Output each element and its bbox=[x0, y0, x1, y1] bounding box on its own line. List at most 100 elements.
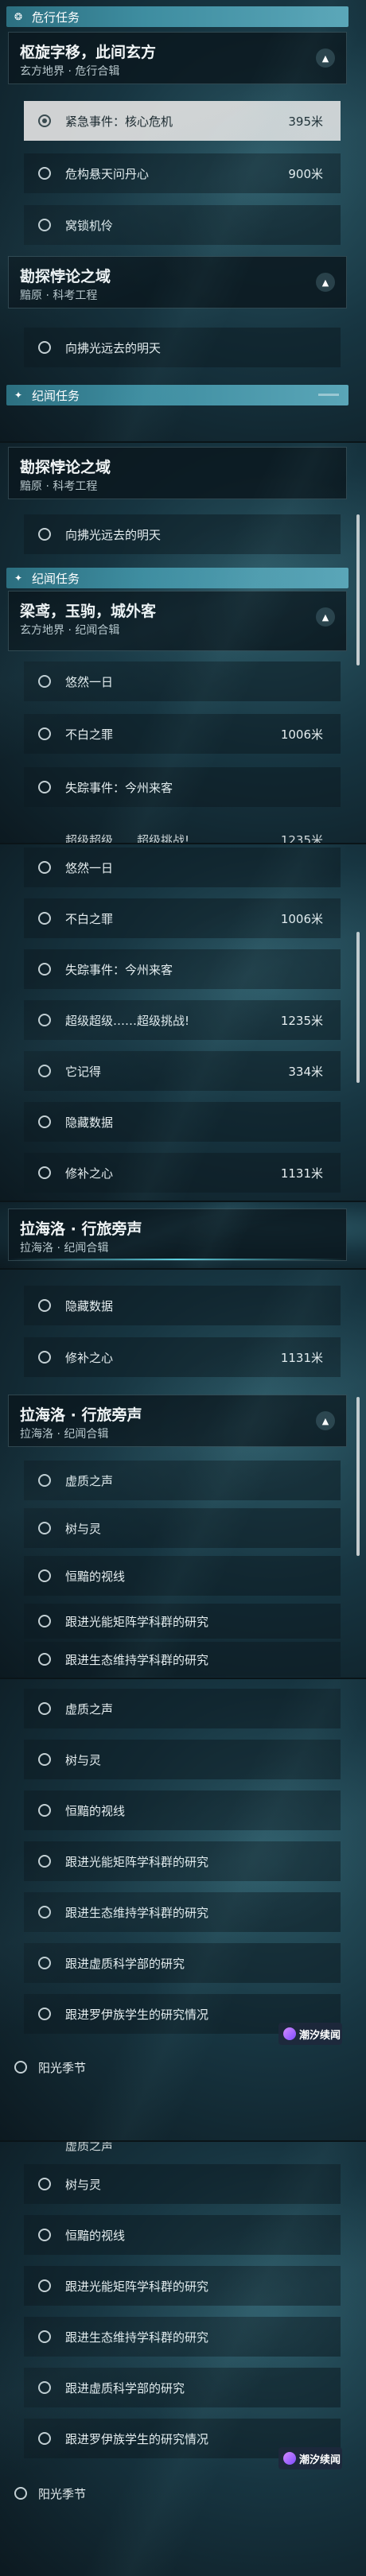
quest-item-season[interactable]: 阳光季节 bbox=[14, 2051, 341, 2083]
badge-label: 潮汐续闻 bbox=[299, 2029, 341, 2042]
section-label: 危行任务 bbox=[32, 10, 80, 25]
quest-item-missing[interactable]: 失踪事件：今州来客 bbox=[24, 767, 341, 807]
section-danger-quests[interactable]: ❂ 危行任务 bbox=[6, 6, 348, 27]
quest-item-label: 跟进虚质科学部的研究 bbox=[65, 2380, 185, 2396]
quest-item-label: 紧急事件：核心危机 bbox=[65, 114, 173, 129]
quest-item-research3[interactable]: 跟进虚质科学部的研究 bbox=[24, 1943, 341, 1983]
quest-header-lahailuo[interactable]: 拉海洛 · 行旅旁声 拉海洛 · 纪闻合辑 ▲ bbox=[8, 1395, 347, 1447]
section-label: 纪闻任务 bbox=[32, 571, 80, 586]
panel-strip-3: 悠然一日 不白之罪 1006米 失踪事件：今州来客 超级超级……超级挑战! 12… bbox=[0, 844, 366, 1201]
quest-item-danger2[interactable]: 危构悬天问丹心 900米 bbox=[24, 153, 341, 193]
scrollbar[interactable] bbox=[356, 514, 360, 665]
quest-item-research3[interactable]: 跟进虚质科学部的研究 bbox=[24, 2368, 341, 2407]
quest-item-voice-partial[interactable]: 虚质之声 bbox=[24, 2142, 341, 2155]
radio-icon bbox=[38, 912, 51, 925]
quest-header-xuanfang[interactable]: 枢旋字移，此间玄方 玄方地界 · 危行合辑 ▲ bbox=[8, 32, 347, 84]
section-chronicle-quests[interactable]: ✦ 纪闻任务 bbox=[6, 385, 348, 405]
quest-item-research2[interactable]: 跟进生态维持学科群的研究 bbox=[24, 1892, 341, 1932]
quest-title: 拉海洛 · 行旅旁声 bbox=[20, 1220, 142, 1238]
panel-strip-2: 勘探悖论之域 黯原 · 科考工程 向拂光远去的明天 ✦ 纪闻任务 梁鸢，玉驹，城… bbox=[0, 443, 366, 843]
collapse-chevron-icon[interactable]: ▲ bbox=[316, 607, 335, 627]
quest-item-challenge-partial[interactable]: 超级超级……超级挑战! 1235米 bbox=[24, 830, 341, 843]
radio-icon bbox=[38, 1065, 51, 1077]
radio-icon bbox=[38, 1522, 51, 1534]
quest-item-day[interactable]: 悠然一日 bbox=[24, 848, 341, 887]
quest-item-label: 跟进光能矩阵学科群的研究 bbox=[65, 2279, 209, 2294]
quest-subtitle: 黯原 · 科考工程 bbox=[20, 480, 98, 493]
quest-distance: 1006米 bbox=[280, 727, 323, 742]
quest-item-light[interactable]: 向拂光远去的明天 bbox=[24, 328, 341, 367]
quest-item-label: 不白之罪 bbox=[65, 727, 114, 742]
quest-item-research1[interactable]: 跟进光能矩阵学科群的研究 bbox=[24, 2266, 341, 2306]
collapse-chevron-icon[interactable]: ▲ bbox=[316, 1411, 335, 1430]
quest-item-remember[interactable]: 它记得 334米 bbox=[24, 1051, 341, 1091]
quest-item-hiddendata[interactable]: 隐藏数据 bbox=[24, 1102, 341, 1142]
app-watermark-badge: 潮汐续闻 bbox=[278, 2447, 342, 2469]
panel-strip-7: 虚质之声 树与灵 恒黯的视线 跟进光能矩阵学科群的研究 跟进生态维持学科群的研究… bbox=[0, 2142, 366, 2576]
quest-item-label: 不白之罪 bbox=[65, 911, 114, 926]
radio-icon bbox=[38, 781, 51, 793]
quest-item-label: 超级超级……超级挑战! bbox=[65, 833, 190, 843]
quest-item-label: 向拂光远去的明天 bbox=[65, 527, 162, 542]
quest-item-label: 危构悬天问丹心 bbox=[65, 166, 150, 181]
quest-item-heart[interactable]: 修补之心 1131米 bbox=[24, 1153, 341, 1193]
quest-header-tanta[interactable]: 勘探悖论之域 黯原 · 科考工程 ▲ bbox=[8, 256, 347, 308]
scrollbar[interactable] bbox=[356, 932, 360, 1083]
quest-item-day[interactable]: 悠然一日 bbox=[24, 661, 341, 701]
quest-item-season[interactable]: 阳光季节 bbox=[14, 2477, 341, 2509]
quest-item-research2[interactable]: 跟进生态维持学科群的研究 bbox=[24, 1642, 341, 1677]
quest-item-label: 树与灵 bbox=[65, 2177, 102, 2192]
collapse-chevron-icon[interactable]: ▲ bbox=[316, 273, 335, 292]
quest-item-label: 树与灵 bbox=[65, 1521, 102, 1536]
quest-item-sin[interactable]: 不白之罪 1006米 bbox=[24, 898, 341, 938]
quest-distance: 1235米 bbox=[280, 1013, 323, 1028]
quest-item-eternal[interactable]: 恒黯的视线 bbox=[24, 1556, 341, 1596]
section-chronicle-quests[interactable]: ✦ 纪闻任务 bbox=[6, 568, 348, 588]
collapse-chevron-icon[interactable]: ▲ bbox=[316, 48, 335, 68]
quest-item-tree[interactable]: 树与灵 bbox=[24, 1740, 341, 1779]
quest-item-eternal[interactable]: 恒黯的视线 bbox=[24, 1790, 341, 1830]
radio-icon bbox=[38, 1569, 51, 1582]
radio-selected-icon bbox=[38, 114, 51, 127]
quest-title: 勘探悖论之域 bbox=[20, 268, 111, 285]
quest-item-heart[interactable]: 修补之心 1131米 bbox=[24, 1337, 341, 1377]
quest-item-label: 跟进光能矩阵学科群的研究 bbox=[65, 1854, 209, 1869]
quest-item-research1[interactable]: 跟进光能矩阵学科群的研究 bbox=[24, 1841, 341, 1881]
quest-item-label: 悠然一日 bbox=[65, 674, 114, 689]
quest-item-label: 跟进光能矩阵学科群的研究 bbox=[65, 1614, 209, 1629]
radio-icon bbox=[38, 2330, 51, 2343]
radio-icon bbox=[38, 1351, 51, 1364]
quest-item-label: 修补之心 bbox=[65, 1350, 114, 1365]
sparkle-icon: ✦ bbox=[14, 572, 23, 584]
quest-item-tree[interactable]: 树与灵 bbox=[24, 1508, 341, 1548]
radio-icon bbox=[38, 1166, 51, 1179]
quest-subtitle: 玄方地界 · 危行合辑 bbox=[20, 65, 120, 78]
quest-item-emergency[interactable]: 紧急事件：核心危机 395米 bbox=[24, 101, 341, 141]
quest-item-label: 虚质之声 bbox=[65, 2142, 114, 2153]
quest-item-research2[interactable]: 跟进生态维持学科群的研究 bbox=[24, 2317, 341, 2357]
radio-icon bbox=[38, 1299, 51, 1312]
quest-item-light[interactable]: 向拂光远去的明天 bbox=[24, 514, 341, 554]
quest-item-hidden[interactable]: 窝锁机伶 bbox=[24, 205, 341, 245]
quest-item-tree[interactable]: 树与灵 bbox=[24, 2164, 341, 2204]
quest-item-challenge[interactable]: 超级超级……超级挑战! 1235米 bbox=[24, 1000, 341, 1040]
scrollbar[interactable] bbox=[356, 1397, 360, 1556]
quest-header-liangyuan[interactable]: 梁鸢，玉驹，城外客 玄方地界 · 纪闻合辑 ▲ bbox=[8, 591, 347, 651]
panel-strip-6: 虚质之声 树与灵 恒黯的视线 跟进光能矩阵学科群的研究 跟进生态维持学科群的研究… bbox=[0, 1679, 366, 2140]
quest-item-hiddendata[interactable]: 隐藏数据 bbox=[24, 1286, 341, 1325]
quest-item-sin[interactable]: 不白之罪 1006米 bbox=[24, 714, 341, 754]
radio-icon bbox=[38, 1615, 51, 1627]
quest-item-eternal[interactable]: 恒黯的视线 bbox=[24, 2215, 341, 2255]
radio-icon bbox=[38, 1957, 51, 1969]
quest-item-voice[interactable]: 虚质之声 bbox=[24, 1689, 341, 1728]
quest-item-missing[interactable]: 失踪事件：今州来客 bbox=[24, 949, 341, 989]
quest-item-label: 阳光季节 bbox=[38, 2486, 87, 2501]
radio-icon bbox=[14, 2061, 27, 2074]
quest-header-tanta[interactable]: 勘探悖论之域 黯原 · 科考工程 bbox=[8, 447, 347, 499]
quest-header-lahailuo[interactable]: 拉海洛 · 行旅旁声 拉海洛 · 纪闻合辑 bbox=[8, 1208, 347, 1261]
radio-icon bbox=[38, 1804, 51, 1817]
quest-item-label: 跟进生态维持学科群的研究 bbox=[65, 1652, 209, 1667]
quest-item-research1[interactable]: 跟进光能矩阵学科群的研究 bbox=[24, 1604, 341, 1639]
quest-item-voice[interactable]: 虚质之声 bbox=[24, 1461, 341, 1500]
quest-subtitle: 玄方地界 · 纪闻合辑 bbox=[20, 624, 120, 637]
